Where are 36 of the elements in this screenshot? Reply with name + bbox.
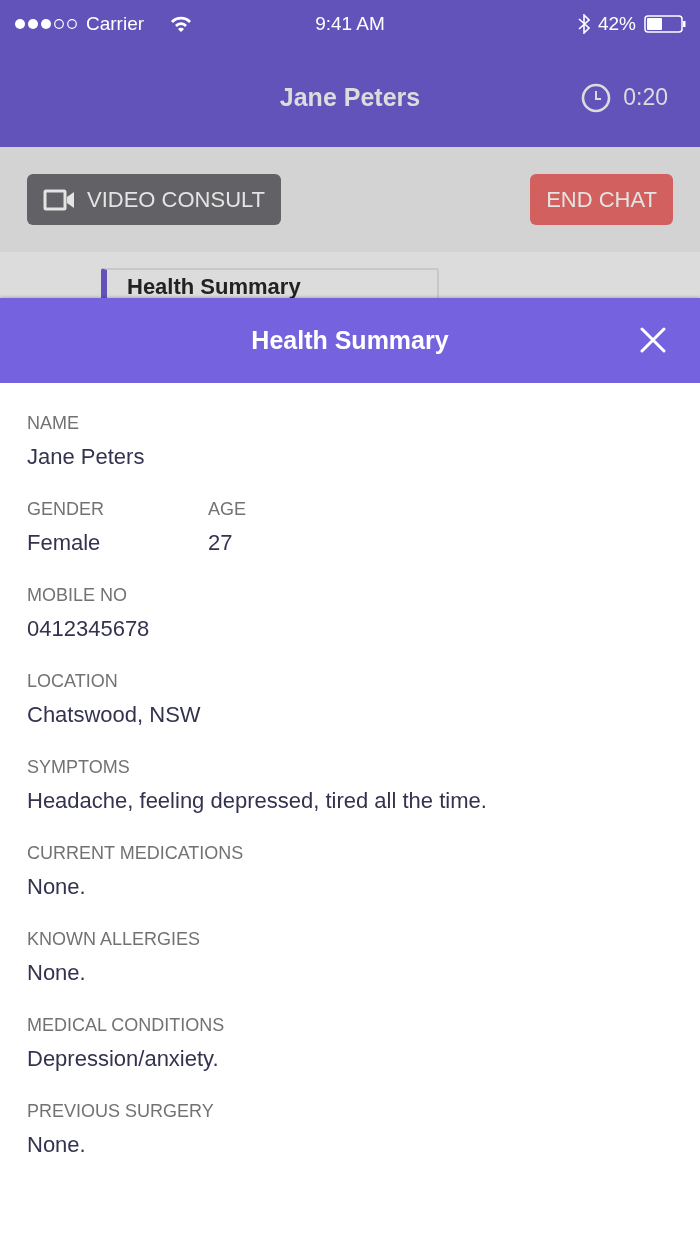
field-label: CURRENT MEDICATIONS <box>27 843 244 864</box>
field-label: PREVIOUS SURGERY <box>27 1101 214 1122</box>
sheet-title: Health Summary <box>251 326 449 355</box>
video-camera-icon <box>43 188 75 211</box>
field-value: None. <box>27 1132 87 1158</box>
wifi-icon <box>170 16 193 32</box>
field-label: NAME <box>27 413 80 434</box>
field-label: MEDICAL CONDITIONS <box>27 1015 225 1036</box>
carrier-name: Carrier <box>86 13 145 35</box>
end-chat-button[interactable]: END CHAT <box>530 174 673 225</box>
field-value: Jane Peters <box>27 444 146 470</box>
card-title: Health Summary <box>127 274 301 300</box>
clock-time: 9:41 AM <box>315 13 385 35</box>
clock-icon <box>581 82 612 113</box>
field-value: Depression/anxiety. <box>27 1046 220 1072</box>
signal-icon <box>14 18 80 30</box>
video-consult-button[interactable]: VIDEO CONSULT <box>27 174 282 225</box>
field-label: GENDER <box>27 499 105 520</box>
field-value: Headache, feeling depressed, tired all the time. <box>27 788 487 814</box>
field-label: MOBILE NO <box>27 585 129 606</box>
field-value: 27 <box>208 530 234 556</box>
field-value: None. <box>27 874 87 900</box>
field-label: KNOWN ALLERGIES <box>27 929 202 950</box>
field-value: Female <box>27 530 102 556</box>
field-value: Chatswood, NSW <box>27 702 202 728</box>
bluetooth-icon <box>577 14 590 34</box>
battery-icon <box>644 15 686 33</box>
battery-percent: 42% <box>597 13 636 35</box>
field-value: 0412345678 <box>27 616 151 642</box>
field-label: SYMPTOMS <box>27 757 131 778</box>
contact-name: Jane Peters <box>279 83 421 112</box>
close-icon[interactable] <box>640 327 666 353</box>
field-label: AGE <box>208 499 247 520</box>
call-timer: 0:20 <box>623 84 668 111</box>
field-label: LOCATION <box>27 671 119 692</box>
field-value: None. <box>27 960 87 986</box>
